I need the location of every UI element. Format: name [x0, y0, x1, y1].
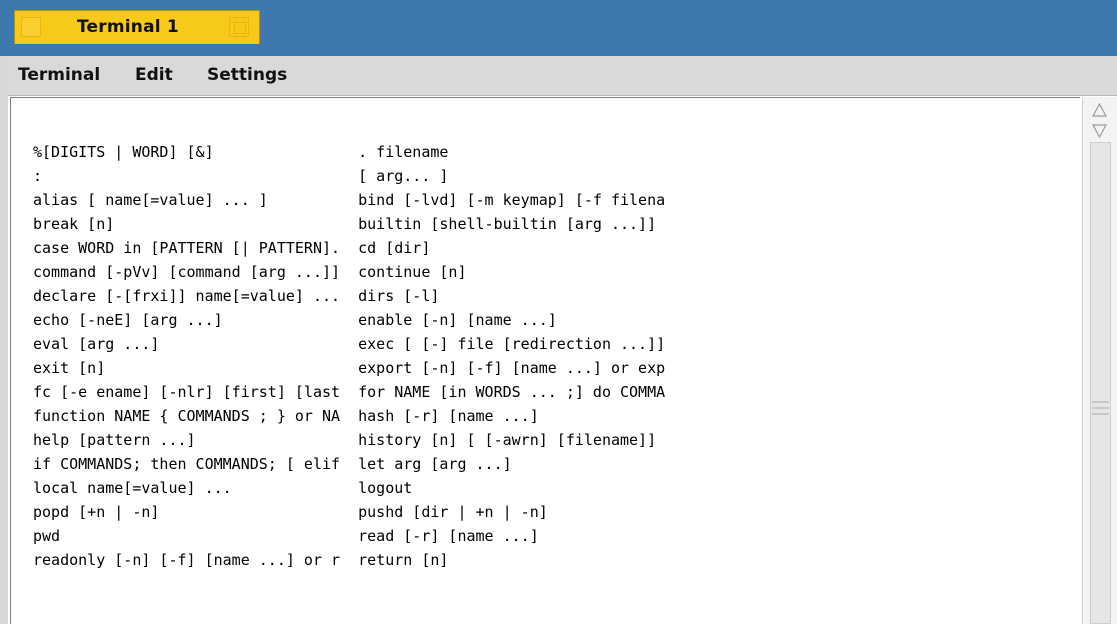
- terminal-line: if COMMANDS; then COMMANDS; [ elif let a…: [33, 455, 512, 473]
- terminal-line: break [n] builtin [shell-builtin [arg ..…: [33, 215, 657, 233]
- close-icon[interactable]: [21, 17, 41, 37]
- terminal-line: echo [-neE] [arg ...] enable [-n] [name …: [33, 311, 557, 329]
- menu-settings[interactable]: Settings: [207, 65, 287, 85]
- terminal-line: alias [ name[=value] ... ] bind [-lvd] […: [33, 191, 666, 209]
- terminal-line: %[DIGITS | WORD] [&] . filename: [33, 143, 449, 161]
- terminal-output[interactable]: %[DIGITS | WORD] [&] . filename : [ arg.…: [10, 97, 1080, 624]
- terminal-line: help [pattern ...] history [n] [ [-awrn]…: [33, 431, 657, 449]
- terminal-line: eval [arg ...] exec [ [-] file [redirect…: [33, 335, 666, 353]
- menu-bar: Terminal Edit Settings: [8, 56, 1117, 96]
- terminal-text: %[DIGITS | WORD] [&] . filename : [ arg.…: [33, 140, 665, 572]
- terminal-line: : [ arg... ]: [33, 167, 449, 185]
- terminal-line: declare [-[frxi]] name[=value] ... dirs …: [33, 287, 440, 305]
- terminal-line: case WORD in [PATTERN [| PATTERN]. cd [d…: [33, 239, 431, 257]
- scroll-grip-icon[interactable]: [1092, 397, 1109, 421]
- terminal-line: fc [-e ename] [-nlr] [first] [last for N…: [33, 383, 666, 401]
- terminal-line: popd [+n | -n] pushd [dir | +n | -n]: [33, 503, 548, 521]
- terminal-line: command [-pVv] [command [arg ...]] conti…: [33, 263, 467, 281]
- vertical-scrollbar[interactable]: [1082, 97, 1117, 624]
- menu-terminal[interactable]: Terminal: [18, 65, 100, 85]
- arrow-down-icon[interactable]: [1090, 121, 1109, 140]
- scroll-track[interactable]: [1090, 142, 1111, 624]
- terminal-line: function NAME { COMMANDS ; } or NA hash …: [33, 407, 539, 425]
- maximize-icon[interactable]: [229, 17, 249, 37]
- terminal-line: readonly [-n] [-f] [name ...] or r retur…: [33, 551, 449, 569]
- arrow-up-icon[interactable]: [1090, 101, 1109, 120]
- title-bar: Terminal 1: [0, 0, 1117, 56]
- terminal-line: exit [n] export [-n] [-f] [name ...] or …: [33, 359, 666, 377]
- terminal-line: pwd read [-r] [name ...]: [33, 527, 539, 545]
- terminal-line: local name[=value] ... logout: [33, 479, 413, 497]
- menu-edit[interactable]: Edit: [135, 65, 173, 85]
- terminal-tab[interactable]: Terminal 1: [14, 10, 260, 44]
- tab-title: Terminal 1: [77, 17, 179, 37]
